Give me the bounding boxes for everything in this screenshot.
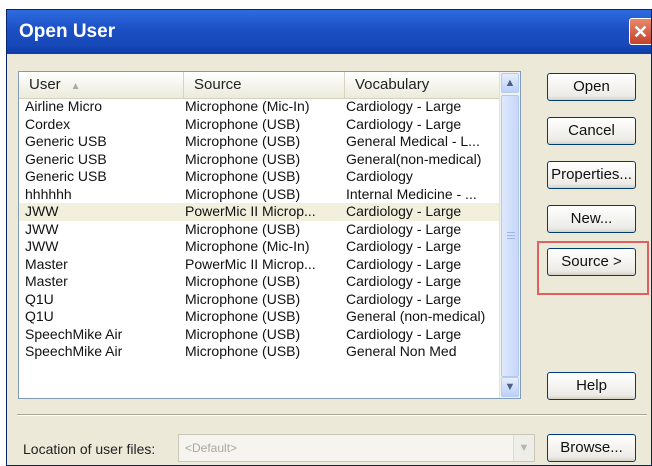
cell-source: Microphone (USB) xyxy=(185,168,301,184)
cell-vocabulary: General (non-medical) xyxy=(346,308,486,324)
cell-vocabulary: Cardiology xyxy=(346,168,413,184)
user-list[interactable]: User ▲ Source Vocabulary Airline Micro Mic… xyxy=(18,71,521,399)
table-row[interactable]: Generic USB Microphone (USB) Cardiology xyxy=(19,168,500,186)
cell-vocabulary: Cardiology - Large xyxy=(346,290,462,307)
column-header-user-label: User xyxy=(29,76,61,93)
vertical-scrollbar[interactable]: ▲ ▼ xyxy=(499,72,520,398)
scroll-thumb[interactable] xyxy=(501,95,519,377)
cell-user: JWW xyxy=(25,238,59,254)
column-header-source-label: Source xyxy=(194,76,242,93)
table-row[interactable]: Airline Micro Microphone (Mic-In) Cardiolo… xyxy=(19,98,500,116)
table-row[interactable]: Q1U Microphone (USB) Cardiology - Large xyxy=(19,291,500,309)
cell-source: Microphone (USB) xyxy=(185,133,301,149)
table-row[interactable]: JWW Microphone (Mic-In) Cardiology - Large xyxy=(19,238,500,256)
table-row[interactable]: Master Microphone (USB) Cardiology - Large xyxy=(19,273,500,291)
cell-user: JWW xyxy=(25,203,59,219)
list-rows: Airline Micro Microphone (Mic-In) Cardiolo… xyxy=(19,98,500,361)
sort-ascending-icon: ▲ xyxy=(70,81,81,92)
cell-vocabulary: Cardiology - Large xyxy=(346,98,462,114)
cell-source: PowerMic II Microp... xyxy=(185,255,316,272)
cell-user: Master xyxy=(25,255,68,272)
close-icon: ✕ xyxy=(632,22,649,42)
new-button[interactable]: New... xyxy=(547,205,636,233)
cell-user: SpeechMike Air xyxy=(25,343,123,359)
location-dropdown[interactable]: <Default> ▼ xyxy=(178,434,535,462)
table-row[interactable]: JWW PowerMic II Microp... Cardiology - Lar… xyxy=(19,203,500,221)
table-row[interactable]: Cordex Microphone (USB) Cardiology - Large xyxy=(19,116,500,134)
cell-vocabulary: General Non Med xyxy=(346,343,457,359)
table-row[interactable]: Master PowerMic II Microp... Cardiology - … xyxy=(19,256,500,274)
table-row[interactable]: Q1U Microphone (USB) General (non-medical) xyxy=(19,308,500,326)
cell-user: JWW xyxy=(25,220,59,237)
open-button[interactable]: Open xyxy=(547,73,636,101)
table-row[interactable]: Generic USB Microphone (USB) General(non-m… xyxy=(19,151,500,169)
cell-vocabulary: Cardiology - Large xyxy=(346,115,462,132)
location-label: Location of user files: xyxy=(23,441,156,457)
cell-user: Generic USB xyxy=(25,133,107,149)
list-header: User ▲ Source Vocabulary xyxy=(19,72,500,99)
cancel-button[interactable]: Cancel xyxy=(547,117,636,145)
cell-vocabulary: Cardiology - Large xyxy=(346,238,462,254)
cell-user: Generic USB xyxy=(25,168,107,184)
scroll-down-button[interactable]: ▼ xyxy=(501,377,519,397)
column-header-vocabulary-label: Vocabulary xyxy=(355,76,430,93)
cell-source: Microphone (USB) xyxy=(185,185,301,202)
close-button[interactable]: ✕ xyxy=(629,18,651,45)
table-row[interactable]: SpeechMike Air Microphone (USB) Cardiology… xyxy=(19,326,500,344)
thumb-grip xyxy=(507,232,515,233)
cell-source: Microphone (USB) xyxy=(185,273,301,289)
dialog-title: Open User xyxy=(19,21,116,42)
cell-user: Q1U xyxy=(25,290,54,307)
cell-user: Generic USB xyxy=(25,150,107,167)
cell-vocabulary: General Medical - L... xyxy=(346,133,480,149)
column-header-source[interactable]: Source xyxy=(184,72,345,98)
scroll-up-button[interactable]: ▲ xyxy=(501,73,519,93)
cell-user: Q1U xyxy=(25,308,54,324)
cell-user: Airline Micro xyxy=(25,98,103,114)
scroll-down-icon: ▼ xyxy=(504,381,516,393)
table-row[interactable]: hhhhhh Microphone (USB) Internal Medicine … xyxy=(19,186,500,204)
cell-user: SpeechMike Air xyxy=(25,325,123,342)
cell-user: Master xyxy=(25,273,68,289)
title-bar[interactable]: Open User ✕ xyxy=(7,10,651,54)
cell-vocabulary: Cardiology - Large xyxy=(346,255,462,272)
table-row[interactable]: JWW Microphone (USB) Cardiology - Large xyxy=(19,221,500,239)
cell-user: hhhhhh xyxy=(25,185,72,202)
cell-vocabulary: Cardiology - Large xyxy=(346,220,462,237)
cell-source: Microphone (USB) xyxy=(185,220,301,237)
open-user-dialog: Open User ✕ User ▲ Source Vocabulary Airl… xyxy=(6,9,652,466)
cell-source: Microphone (USB) xyxy=(185,150,301,167)
location-dropdown-button[interactable]: ▼ xyxy=(513,435,534,461)
cell-source: Microphone (USB) xyxy=(185,308,301,324)
column-header-vocabulary[interactable]: Vocabulary xyxy=(345,72,500,98)
column-header-user[interactable]: User ▲ xyxy=(19,72,184,98)
cell-vocabulary: Internal Medicine - ... xyxy=(346,185,477,202)
cell-source: Microphone (USB) xyxy=(185,290,301,307)
table-row[interactable]: SpeechMike Air Microphone (USB) General No… xyxy=(19,343,500,361)
browse-button[interactable]: Browse... xyxy=(547,434,636,462)
cell-user: Cordex xyxy=(25,115,71,132)
cell-source: Microphone (Mic-In) xyxy=(185,238,310,254)
cell-source: Microphone (USB) xyxy=(185,325,301,342)
chevron-down-icon: ▼ xyxy=(518,442,530,454)
source-button[interactable]: Source > xyxy=(547,248,636,276)
scroll-up-icon: ▲ xyxy=(504,77,516,89)
location-value: <Default> xyxy=(185,441,238,455)
cell-vocabulary: Cardiology - Large xyxy=(346,203,462,219)
help-button[interactable]: Help xyxy=(547,372,636,400)
table-row[interactable]: Generic USB Microphone (USB) General Medic… xyxy=(19,133,500,151)
cell-source: Microphone (USB) xyxy=(185,343,301,359)
cell-vocabulary: Cardiology - Large xyxy=(346,273,462,289)
cell-vocabulary: Cardiology - Large xyxy=(346,325,462,342)
cell-source: PowerMic II Microp... xyxy=(185,203,316,219)
separator xyxy=(17,414,647,416)
cell-source: Microphone (Mic-In) xyxy=(185,98,310,114)
properties-button[interactable]: Properties... xyxy=(547,161,636,189)
cell-source: Microphone (USB) xyxy=(185,115,301,132)
thumb-grip xyxy=(507,238,515,239)
cell-vocabulary: General(non-medical) xyxy=(346,150,482,167)
thumb-grip xyxy=(507,235,515,236)
